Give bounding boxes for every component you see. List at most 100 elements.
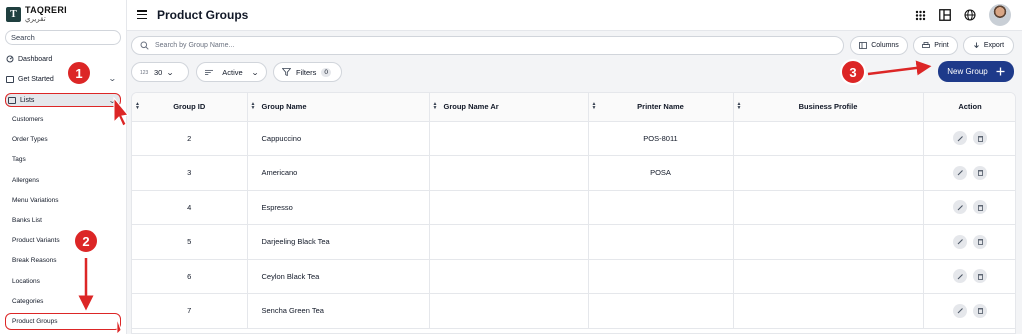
table-row: 5 Darjeeling Black Tea [132, 224, 1015, 260]
apps-grid-icon[interactable] [912, 7, 928, 23]
column-header-group-name-ar[interactable]: ▲ ▼ Group Name Ar [429, 93, 589, 122]
filters-label: Filters [296, 67, 317, 77]
cell-group-name: Sencha Green Tea [247, 293, 430, 329]
trash-icon [977, 273, 983, 280]
step-marker-1: 1 [66, 60, 92, 86]
delete-button[interactable] [973, 200, 987, 215]
sidebar-search-input[interactable]: Search [5, 30, 121, 45]
sidebar: T TAQRERI تقريري Search Dashboard Get St… [0, 0, 127, 334]
step-marker-2: 2 [73, 228, 99, 254]
print-label: Print [934, 42, 949, 49]
sort-icon[interactable]: ▲ ▼ [135, 102, 140, 111]
delete-button[interactable] [973, 269, 987, 284]
sidebar-item-get-started[interactable]: Get Started ⌄ [6, 72, 120, 86]
cell-group-name-ar [429, 293, 589, 329]
cell-group-name-ar [429, 259, 589, 294]
sidebar-subitem-locations[interactable]: Locations [12, 278, 40, 285]
sort-icon[interactable]: ▲ ▼ [592, 102, 597, 111]
sidebar-item-dashboard[interactable]: Dashboard [6, 52, 120, 66]
delete-button[interactable] [973, 131, 987, 146]
edit-button[interactable] [953, 165, 967, 180]
print-button[interactable]: Print [913, 36, 958, 55]
chevron-down-icon[interactable]: ⌄ [108, 96, 117, 105]
cell-printer-name: POSA [588, 155, 734, 191]
delete-button[interactable] [973, 165, 987, 180]
cell-action [923, 293, 1015, 329]
column-header-action: Action [923, 93, 1015, 122]
sidebar-subitem-customers[interactable]: Customers [12, 116, 43, 123]
edit-button[interactable] [953, 303, 967, 318]
search-placeholder: Search by Group Name... [155, 42, 235, 49]
page-size-value: 30 [154, 67, 163, 77]
columns-label: Columns [871, 42, 899, 49]
sidebar-subitem-break-reasons[interactable]: Break Reasons [12, 257, 56, 264]
globe-icon[interactable] [962, 7, 978, 23]
app-logo[interactable]: T TAQRERI تقريري [6, 6, 67, 23]
cell-group-id: 2 [132, 121, 248, 156]
sidebar-subitem-product-groups[interactable]: Product Groups [12, 318, 58, 325]
cell-group-id: 4 [132, 190, 248, 225]
cell-printer-name: POS-8011 [588, 121, 734, 156]
sort-icon[interactable]: ▲ ▼ [737, 102, 742, 111]
user-avatar[interactable] [989, 4, 1011, 26]
sidebar-subitem-allergens[interactable]: Allergens [12, 177, 39, 184]
sidebar-subitem-categories[interactable]: Categories [12, 298, 43, 305]
get-started-icon [6, 75, 14, 83]
group-search-input[interactable]: Search by Group Name... [131, 36, 844, 55]
status-filter-select[interactable]: Active ⌄ [196, 62, 267, 82]
cell-business-profile [733, 259, 924, 294]
sort-lines-icon [205, 69, 214, 75]
pencil-icon [957, 135, 963, 142]
column-header-group-id[interactable]: ▲ ▼ Group ID [132, 93, 248, 122]
menu-icon[interactable] [137, 10, 147, 19]
layout-icon[interactable] [937, 7, 953, 23]
table-row: 2 Cappuccino POS-8011 [132, 121, 1015, 156]
svg-text:123: 123 [140, 70, 149, 75]
cell-group-name: Espresso [247, 190, 430, 225]
columns-button[interactable]: Columns [850, 36, 908, 55]
filter-icon [282, 68, 291, 76]
filters-count-badge: 0 [321, 67, 332, 77]
cell-group-id: 5 [132, 224, 248, 260]
export-label: Export [983, 42, 1005, 49]
sidebar-item-lists[interactable]: Lists ⌄ [5, 93, 121, 107]
filters-button[interactable]: Filters 0 [273, 62, 342, 82]
cell-business-profile [733, 190, 924, 225]
pencil-icon [957, 204, 963, 211]
column-header-business-profile[interactable]: ▲ ▼ Business Profile [733, 93, 924, 122]
sidebar-subitem-menu-variations[interactable]: Menu Variations [12, 197, 59, 204]
page-size-select[interactable]: 123 30 ⌄ [131, 62, 189, 82]
sidebar-subitem-tags[interactable]: Tags [12, 156, 26, 163]
cell-group-id: 6 [132, 259, 248, 294]
cell-group-name-ar [429, 121, 589, 156]
edit-button[interactable] [953, 269, 967, 284]
cell-printer-name [588, 190, 734, 225]
cell-business-profile [733, 293, 924, 329]
trash-icon [977, 170, 983, 177]
column-header-printer-name[interactable]: ▲ ▼ Printer Name [588, 93, 734, 122]
download-icon [974, 42, 979, 49]
logo-text-en: TAQRERI [25, 5, 67, 15]
column-header-group-name[interactable]: ▲ ▼ Group Name [247, 93, 430, 122]
cell-action [923, 224, 1015, 260]
sort-icon[interactable]: ▲ ▼ [251, 102, 256, 111]
edit-button[interactable] [953, 131, 967, 146]
cell-group-name: Americano [247, 155, 430, 191]
sidebar-item-label: Get Started [18, 75, 54, 83]
edit-button[interactable] [953, 200, 967, 215]
delete-button[interactable] [973, 303, 987, 318]
sidebar-subitem-product-variants[interactable]: Product Variants [12, 237, 60, 244]
export-button[interactable]: Export [963, 36, 1014, 55]
logo-text-ar: تقريري [25, 16, 46, 23]
sidebar-subitem-banks-list[interactable]: Banks List [12, 217, 42, 224]
sidebar-item-label: Lists [20, 96, 35, 104]
cell-group-name-ar [429, 224, 589, 260]
cell-business-profile [733, 224, 924, 260]
columns-icon [859, 42, 868, 49]
sort-icon[interactable]: ▲ ▼ [433, 102, 438, 111]
delete-button[interactable] [973, 234, 987, 249]
cell-group-name: Cappuccino [247, 121, 430, 156]
edit-button[interactable] [953, 234, 967, 249]
sidebar-subitem-order-types[interactable]: Order Types [12, 136, 48, 143]
new-group-button[interactable]: New Group [938, 61, 1014, 82]
